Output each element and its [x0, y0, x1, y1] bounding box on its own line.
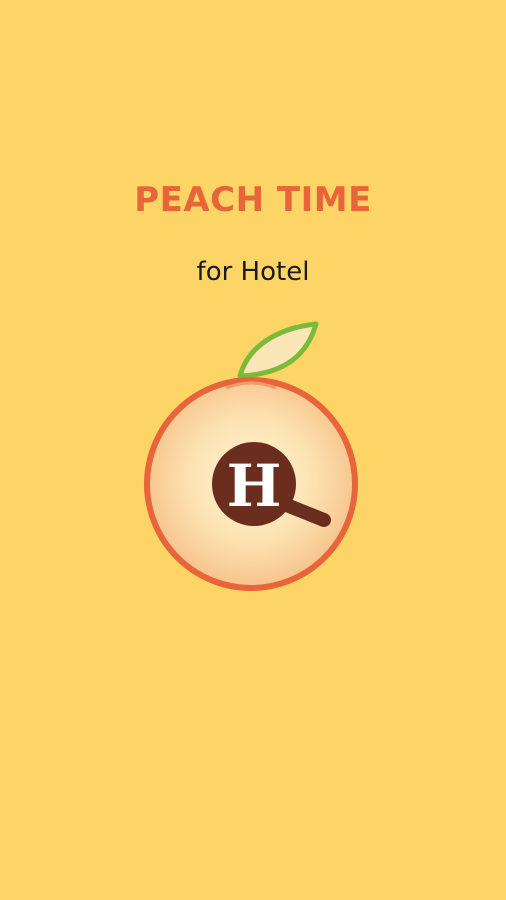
leaf-icon	[237, 321, 319, 379]
app-subtitle: for Hotel	[196, 257, 310, 287]
splash-screen: PEACH TIME for Hotel H	[0, 0, 506, 900]
peach-logo-icon: H	[144, 321, 358, 591]
app-title: PEACH TIME	[134, 180, 372, 220]
logo-letter: H	[227, 452, 282, 520]
